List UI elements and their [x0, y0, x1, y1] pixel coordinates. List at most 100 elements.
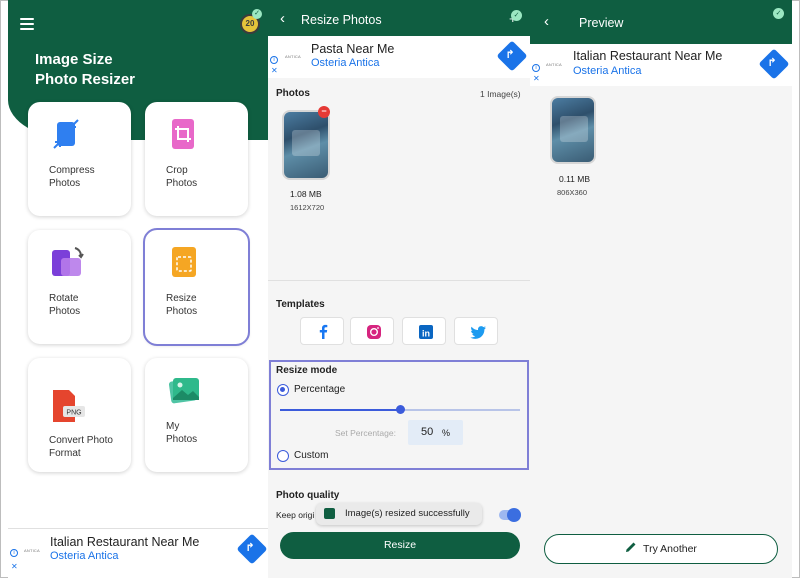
instagram-template-button[interactable]	[350, 317, 394, 345]
keep-original-toggle[interactable]	[499, 508, 521, 522]
resize-photos-tile[interactable]: Resize Photos	[143, 228, 250, 346]
photo-thumbnail[interactable]	[282, 110, 330, 180]
header-title: Resize Photos	[301, 13, 382, 27]
photo-dimensions: 806X360	[557, 188, 588, 197]
percentage-input[interactable]: 50 %	[408, 420, 463, 445]
facebook-template-button[interactable]	[300, 317, 344, 345]
ad-banner[interactable]: i ✕ ANTICA Pasta Near Me Osteria Antica …	[268, 36, 530, 78]
tile-label: Rotate	[49, 293, 79, 304]
tile-label: Resize	[166, 293, 197, 304]
twitter-template-button[interactable]	[454, 317, 498, 345]
photo-quality-label: Photo quality	[276, 490, 340, 501]
photo-size: 0.11 MB	[559, 174, 591, 184]
rotate-photos-tile[interactable]: Rotate Photos	[28, 230, 131, 344]
app-title: Image Size Photo Resizer	[35, 51, 136, 88]
tile-label: My	[166, 421, 180, 432]
ad-subtitle: Osteria Antica	[50, 550, 119, 562]
preview-thumbnail[interactable]	[550, 96, 596, 164]
ad-info-icon[interactable]: i	[270, 56, 278, 64]
custom-radio[interactable]	[277, 450, 289, 462]
linkedin-template-button[interactable]: in	[402, 317, 446, 345]
section-divider	[268, 280, 530, 281]
header-title: Preview	[579, 16, 624, 30]
success-toast: Image(s) resized successfully	[316, 503, 482, 525]
ad-info-icon[interactable]: i	[10, 549, 18, 557]
ad-logo: ANTICA	[24, 548, 40, 553]
resize-header: ‹ Resize Photos + ✓	[268, 0, 530, 38]
ad-banner[interactable]: i ✕ ANTICA Italian Restaurant Near Me Os…	[530, 44, 792, 86]
crop-icon	[172, 119, 194, 149]
compress-photos-tile[interactable]: Compress Photos	[28, 102, 131, 216]
directions-icon[interactable]: ↱	[236, 533, 268, 565]
tile-label: Format	[49, 448, 81, 459]
try-another-button[interactable]: Try Another	[544, 534, 778, 564]
crop-photos-tile[interactable]: Crop Photos	[145, 102, 248, 216]
back-arrow-icon[interactable]: ‹	[544, 13, 549, 30]
instagram-icon	[367, 325, 381, 339]
svg-text:in: in	[422, 329, 430, 339]
ad-title: Pasta Near Me	[311, 42, 395, 56]
resize-button[interactable]: Resize	[280, 532, 520, 559]
pencil-icon	[626, 542, 636, 552]
convert-format-tile[interactable]: PNG Convert Photo Format	[28, 358, 131, 472]
ad-logo: ANTICA	[546, 62, 562, 67]
ad-title: Italian Restaurant Near Me	[573, 49, 723, 63]
tile-label: Compress	[49, 165, 95, 176]
percentage-unit: %	[442, 428, 451, 438]
ad-subtitle: Osteria Antica	[311, 57, 380, 69]
tile-label: Photos	[166, 306, 198, 317]
preview-screen: ‹ Preview ✓ i ✕ ANTICA Italian Restauran…	[530, 0, 792, 578]
ad-close-icon[interactable]: ✕	[533, 74, 540, 83]
resize-mode-label: Resize mode	[276, 365, 338, 376]
tile-label: Photos	[166, 434, 198, 445]
tile-label: Convert Photo	[49, 435, 113, 446]
check-badge-icon: ✓	[252, 9, 262, 19]
templates-label: Templates	[276, 299, 325, 310]
home-screen: 20 ✓ Image Size Photo Resizer Compress Ph…	[8, 0, 268, 578]
percentage-radio[interactable]	[277, 384, 289, 396]
ad-close-icon[interactable]: ✕	[271, 66, 278, 75]
png-badge: PNG	[66, 410, 81, 417]
percentage-label: Percentage	[294, 384, 346, 395]
ad-banner[interactable]: i ✕ ANTICA Italian Restaurant Near Me Os…	[8, 528, 268, 578]
rotate-icon	[52, 247, 84, 276]
gallery-icon	[168, 378, 199, 404]
back-arrow-icon[interactable]: ‹	[280, 10, 285, 27]
ad-subtitle: Osteria Antica	[573, 65, 642, 77]
toast-text: Image(s) resized successfully	[345, 508, 470, 519]
photo-size: 1.08 MB	[290, 189, 322, 199]
ad-close-icon[interactable]: ✕	[11, 562, 18, 571]
resize-icon	[172, 247, 196, 277]
png-icon: PNG	[53, 390, 85, 422]
percentage-value: 50	[421, 426, 434, 438]
directions-icon[interactable]: ↱	[496, 40, 528, 72]
set-percentage-label: Set Percentage:	[335, 428, 396, 438]
preview-header: ‹ Preview ✓	[530, 0, 792, 44]
twitter-icon	[470, 326, 486, 339]
remove-photo-icon[interactable]: −	[318, 106, 330, 118]
ad-info-icon[interactable]: i	[532, 64, 540, 72]
ad-title: Italian Restaurant Near Me	[50, 535, 200, 549]
check-badge-icon: ✓	[511, 10, 522, 21]
menu-icon[interactable]	[20, 18, 34, 30]
tile-label: Photos	[49, 178, 81, 189]
tile-label: Photos	[166, 178, 198, 189]
check-badge-icon: ✓	[773, 8, 784, 19]
my-photos-tile[interactable]: My Photos	[145, 358, 248, 472]
resize-photos-screen: ‹ Resize Photos + ✓ i ✕ ANTICA Pasta Nea…	[268, 0, 530, 578]
percentage-slider[interactable]	[280, 404, 520, 416]
photo-dimensions: 1612X720	[290, 203, 325, 212]
custom-label: Custom	[294, 450, 329, 461]
linkedin-icon: in	[419, 325, 433, 339]
app-icon	[324, 508, 335, 519]
try-another-label: Try Another	[643, 543, 697, 555]
facebook-icon	[319, 324, 328, 339]
tile-label: Crop	[166, 165, 188, 176]
tile-label: Photos	[49, 306, 81, 317]
keep-original-label: Keep origi	[276, 510, 315, 520]
photos-label: Photos	[276, 88, 310, 99]
photos-count: 1 Image(s)	[480, 89, 521, 99]
directions-icon[interactable]: ↱	[758, 48, 790, 80]
ad-logo: ANTICA	[285, 54, 301, 59]
compress-icon	[53, 119, 79, 149]
